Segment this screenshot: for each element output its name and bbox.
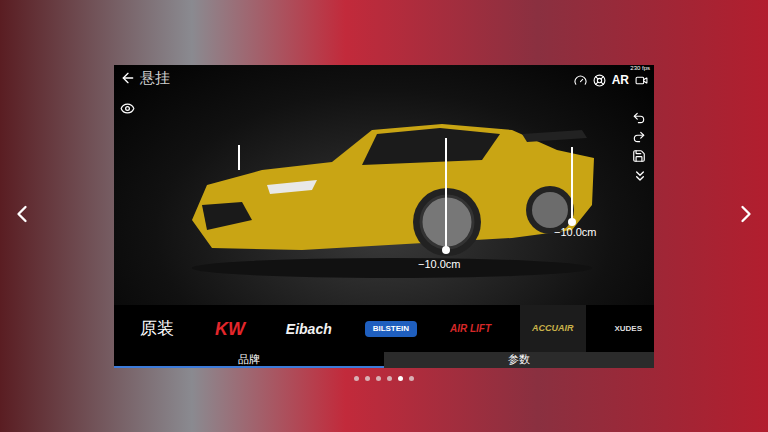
- brand-item[interactable]: ACCUAIR: [520, 305, 586, 352]
- ar-button[interactable]: AR: [612, 74, 629, 86]
- dashboard-icon[interactable]: [574, 74, 587, 87]
- height-marker[interactable]: [238, 145, 240, 170]
- pager-dot[interactable]: [365, 376, 370, 381]
- tab-bar: 品牌参数: [114, 352, 654, 368]
- collapse-icon[interactable]: [632, 168, 648, 184]
- tab[interactable]: 品牌: [114, 352, 384, 368]
- tab[interactable]: 参数: [384, 352, 654, 368]
- brand-item[interactable]: XUDES: [602, 305, 654, 352]
- prev-arrow[interactable]: [8, 200, 36, 228]
- redo-icon[interactable]: [632, 130, 646, 144]
- camera-icon[interactable]: [635, 74, 648, 87]
- car-render: [182, 110, 602, 280]
- height-marker[interactable]: [445, 138, 447, 250]
- pager-dot[interactable]: [409, 376, 414, 381]
- height-label: −10.0cm: [554, 227, 597, 238]
- top-bar: 悬挂 AR: [114, 65, 654, 90]
- chevron-left-icon[interactable]: [8, 200, 36, 228]
- brand-item[interactable]: 原装: [128, 305, 186, 352]
- pager: [354, 376, 414, 381]
- game-panel: −10.0cm −10.0cm 悬挂 AR230 fps 原装 KW Eibach BILST…: [114, 65, 654, 368]
- steering-wheel-icon[interactable]: [593, 74, 606, 87]
- save-icon[interactable]: [632, 149, 646, 163]
- pager-dot[interactable]: [387, 376, 392, 381]
- brand-item[interactable]: KW: [203, 305, 257, 352]
- pager-dot[interactable]: [398, 376, 403, 381]
- height-label: −10.0cm: [418, 259, 461, 270]
- next-arrow[interactable]: [732, 200, 760, 228]
- brand-item[interactable]: AIR LIFT: [438, 305, 503, 352]
- screen: −10.0cm −10.0cm 悬挂 AR230 fps 原装 KW Eibach BILST…: [0, 0, 768, 432]
- pager-dot[interactable]: [354, 376, 359, 381]
- undo-icon[interactable]: [632, 111, 646, 125]
- pager-dot[interactable]: [376, 376, 381, 381]
- brand-strip: 原装 KW Eibach BILSTEIN AIR LIFT ACCUAIR XUDES: [114, 305, 654, 352]
- page-title: 悬挂: [140, 67, 170, 90]
- chevron-right-icon[interactable]: [732, 200, 760, 228]
- brand-item[interactable]: Eibach: [274, 305, 344, 352]
- fps-counter: 230 fps: [630, 65, 650, 71]
- back-arrow-icon[interactable]: [120, 70, 136, 86]
- brand-item[interactable]: BILSTEIN: [361, 305, 421, 352]
- height-marker[interactable]: [571, 147, 573, 222]
- marker-handle[interactable]: [568, 218, 576, 226]
- viewport[interactable]: −10.0cm −10.0cm 悬挂 AR230 fps: [114, 65, 654, 305]
- eye-icon[interactable]: [120, 101, 135, 116]
- side-toolbar: [632, 111, 648, 184]
- marker-handle[interactable]: [442, 246, 450, 254]
